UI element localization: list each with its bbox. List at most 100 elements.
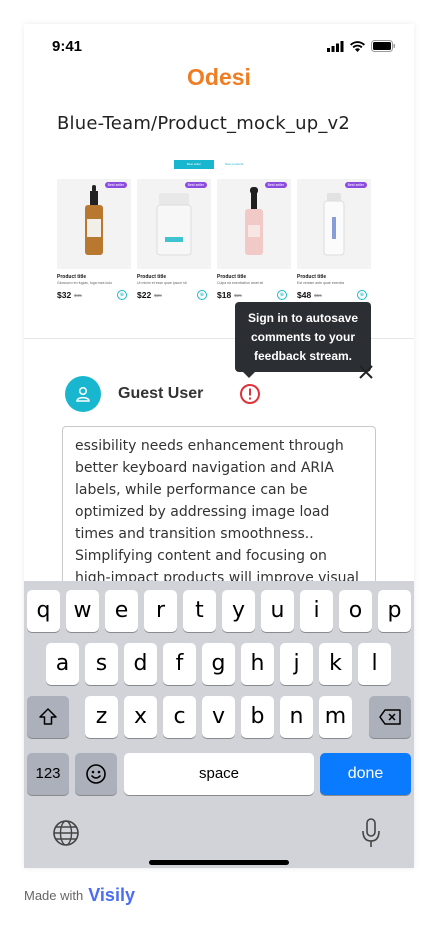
key-r[interactable]: r — [144, 590, 177, 632]
key-y[interactable]: y — [222, 590, 255, 632]
key-x[interactable]: x — [124, 696, 157, 738]
product-image: Best seller — [297, 179, 371, 269]
warning-icon[interactable] — [239, 383, 261, 405]
battery-icon — [371, 40, 395, 52]
visily-logo[interactable]: Visily — [88, 885, 135, 906]
backspace-icon — [379, 709, 401, 725]
key-t[interactable]: t — [183, 590, 216, 632]
key-v[interactable]: v — [202, 696, 235, 738]
avatar — [65, 376, 101, 412]
key-n[interactable]: n — [280, 696, 313, 738]
product-desc: Glowsom ren fugias, fuga mea ludo — [57, 281, 113, 285]
close-icon[interactable] — [357, 364, 375, 382]
cart-icon: ⊕ — [357, 290, 367, 300]
microphone-icon[interactable] — [359, 817, 383, 849]
preview-tab-best-seller: Best seller — [174, 160, 214, 169]
globe-icon[interactable] — [51, 818, 81, 848]
product-badge: Best seller — [264, 182, 287, 188]
product-name: Product title — [217, 274, 247, 280]
document-title: Blue-Team/Product_mock_up_v2 — [57, 113, 351, 134]
product-card: Best seller Product title Est veniam ant… — [297, 179, 371, 300]
signal-icon — [327, 40, 344, 52]
user-name: Guest User — [118, 385, 204, 402]
tooltip-arrow — [242, 371, 256, 378]
key-b[interactable]: b — [241, 696, 274, 738]
key-z[interactable]: z — [85, 696, 118, 738]
product-desc: Ut minim et esse quae ipsum sit — [137, 281, 187, 285]
tooltip-line-3: feedback stream. — [253, 349, 353, 363]
key-j[interactable]: j — [280, 643, 313, 685]
product-card: Best seller Product title Ut minim et es… — [137, 179, 211, 300]
design-preview[interactable]: Best seller New products Best seller Pro… — [57, 157, 383, 307]
product-image: Best seller — [57, 179, 131, 269]
product-image: Best seller — [217, 179, 291, 269]
product-old-price: $45 — [74, 292, 82, 298]
preview-tab-new-products: New products — [224, 162, 244, 166]
cream-jar-image — [156, 193, 192, 256]
key-s[interactable]: s — [85, 643, 118, 685]
numbers-key[interactable]: 123 — [27, 753, 69, 795]
footer: Made with Visily — [24, 885, 135, 906]
key-e[interactable]: e — [105, 590, 138, 632]
key-k[interactable]: k — [319, 643, 352, 685]
key-o[interactable]: o — [339, 590, 372, 632]
emoji-key[interactable] — [75, 753, 117, 795]
key-a[interactable]: a — [46, 643, 79, 685]
key-c[interactable]: c — [163, 696, 196, 738]
product-card: Best seller Product title Glowsom ren fu… — [57, 179, 131, 300]
product-desc: Culpa ea exercitation amet sit — [217, 281, 264, 285]
tooltip-line-2: comments to your — [250, 330, 355, 344]
product-name: Product title — [137, 274, 167, 280]
product-old-price: $56 — [314, 292, 322, 298]
onscreen-keyboard: qwertyuiop asdfghjkl zxcvbnm 123 space d… — [24, 581, 414, 868]
key-w[interactable]: w — [66, 590, 99, 632]
cart-icon: ⊕ — [277, 290, 287, 300]
product-name: Product title — [297, 274, 327, 280]
status-time: 9:41 — [52, 38, 83, 55]
product-badge: Best seller — [104, 182, 127, 188]
done-key[interactable]: done — [320, 753, 411, 795]
product-price: $22 — [137, 290, 152, 300]
backspace-key[interactable] — [369, 696, 411, 738]
key-f[interactable]: f — [163, 643, 196, 685]
shift-key[interactable] — [27, 696, 69, 738]
serum-bottle-image — [85, 185, 103, 255]
key-g[interactable]: g — [202, 643, 235, 685]
product-old-price: $25 — [234, 292, 242, 298]
wifi-icon — [350, 40, 365, 52]
made-with-text: Made with — [24, 888, 84, 903]
key-l[interactable]: l — [358, 643, 391, 685]
key-q[interactable]: q — [27, 590, 60, 632]
phone-screen: 9:41 Odesi Blue-Team/Product_mock_up_v2 … — [24, 24, 414, 868]
home-indicator[interactable] — [149, 860, 289, 865]
product-badge: Best seller — [344, 182, 367, 188]
signin-tooltip: Sign in to autosave comments to your fee… — [235, 302, 371, 372]
white-bottle-image — [323, 193, 345, 256]
cart-icon: ⊕ — [197, 290, 207, 300]
key-d[interactable]: d — [124, 643, 157, 685]
product-price: $18 — [217, 290, 232, 300]
pink-serum-image — [245, 187, 263, 255]
user-icon — [76, 386, 90, 402]
product-price: $32 — [57, 290, 72, 300]
status-icons — [327, 40, 396, 52]
product-card: Best seller Product title Culpa ea exerc… — [217, 179, 291, 300]
key-u[interactable]: u — [261, 590, 294, 632]
product-cards: Best seller Product title Glowsom ren fu… — [57, 179, 371, 300]
product-name: Product title — [57, 274, 87, 280]
key-m[interactable]: m — [319, 696, 352, 738]
emoji-icon — [86, 764, 106, 784]
cart-icon: ⊕ — [117, 290, 127, 300]
key-i[interactable]: i — [300, 590, 333, 632]
product-old-price: $28 — [154, 292, 162, 298]
product-price: $48 — [297, 290, 312, 300]
app-brand: Odesi — [187, 64, 251, 90]
product-image: Best seller — [137, 179, 211, 269]
shift-icon — [39, 708, 57, 725]
key-p[interactable]: p — [378, 590, 411, 632]
key-h[interactable]: h — [241, 643, 274, 685]
tooltip-line-1: Sign in to autosave — [247, 311, 358, 325]
preview-tabs: Best seller New products — [174, 160, 254, 169]
product-badge: Best seller — [184, 182, 207, 188]
space-key[interactable]: space — [124, 753, 314, 795]
